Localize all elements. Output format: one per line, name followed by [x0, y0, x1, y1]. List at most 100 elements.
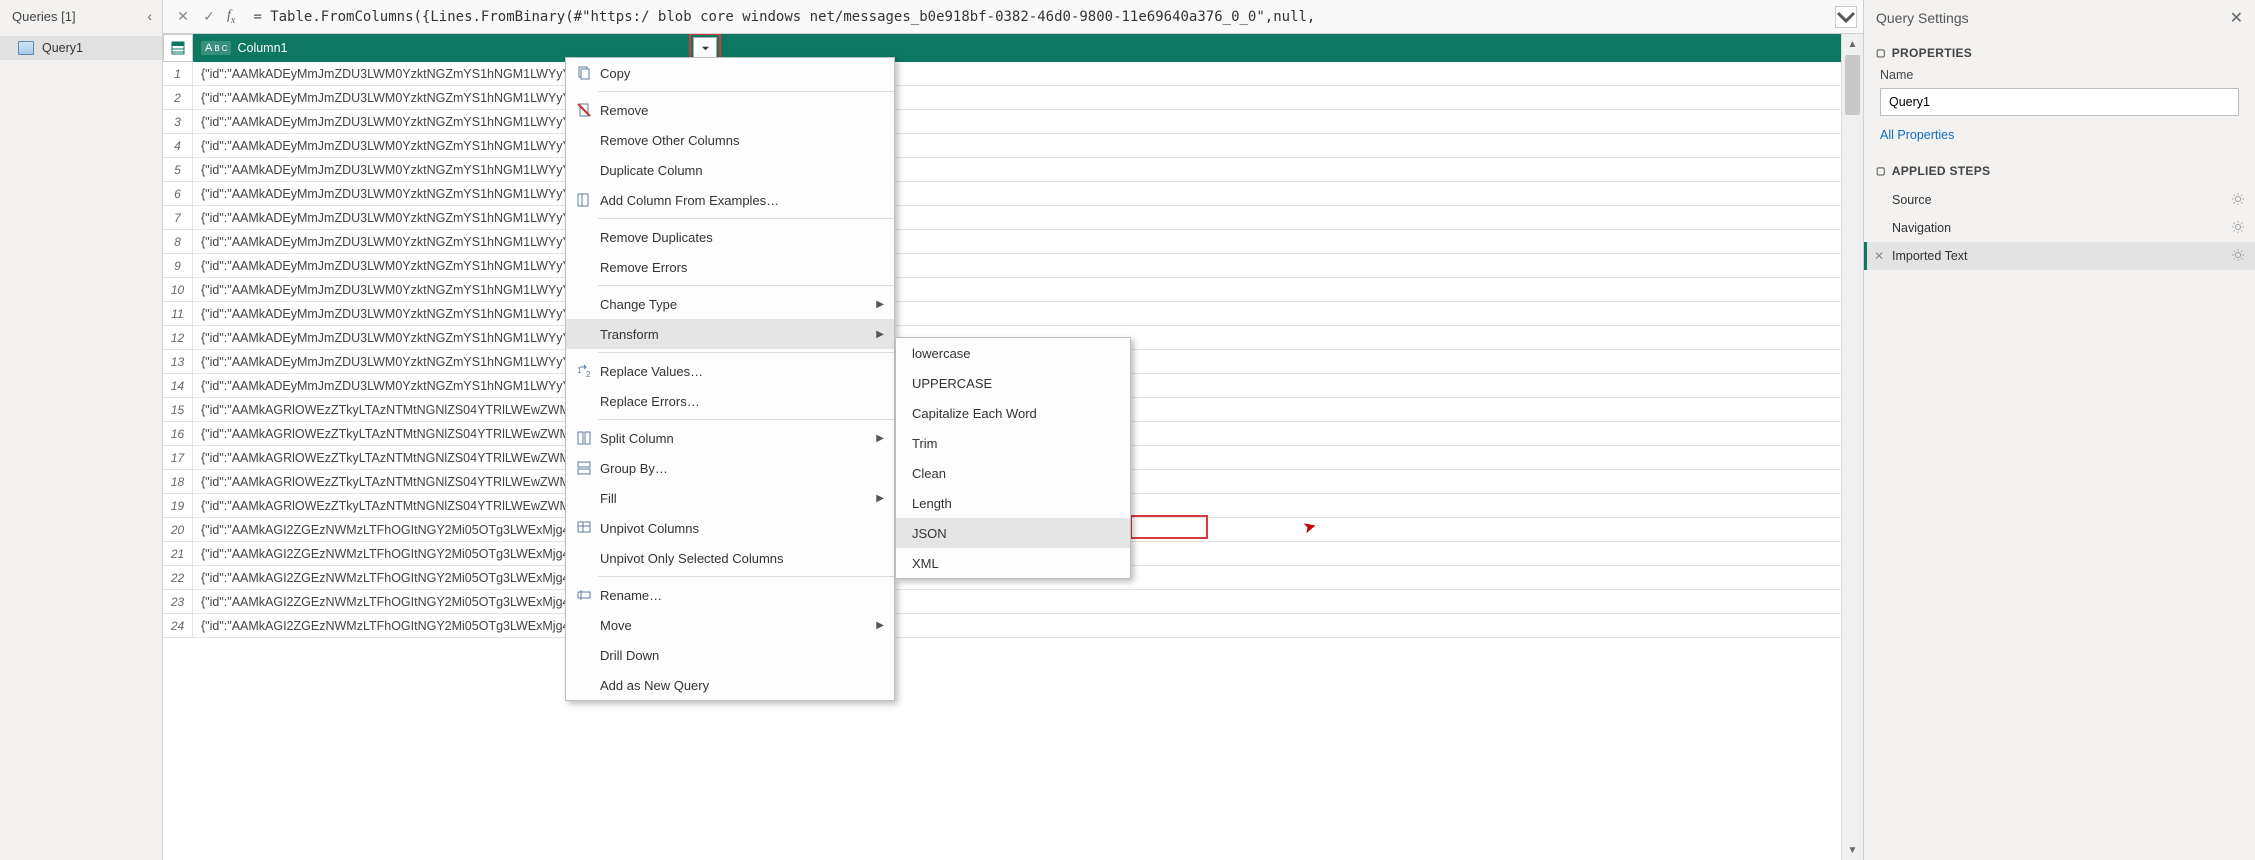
submenu-capitalize[interactable]: Capitalize Each Word — [896, 398, 1130, 428]
applied-steps-header[interactable]: ▢ APPLIED STEPS — [1864, 154, 2255, 184]
table-corner-button[interactable] — [163, 34, 193, 62]
table-row[interactable]: 9{"id":"AAMkADEyMmJmZDU3LWM0YzktNGZmYS1h… — [163, 254, 1841, 278]
menu-group-by[interactable]: Group By… — [566, 453, 894, 483]
queries-pane: Queries [1] ‹ Query1 — [0, 0, 163, 860]
menu-change-type[interactable]: Change Type▶ — [566, 289, 894, 319]
query-item[interactable]: Query1 — [0, 36, 162, 60]
row-number: 11 — [163, 302, 193, 325]
table-icon — [18, 41, 34, 55]
row-number: 24 — [163, 614, 193, 637]
column-header-label: Column1 — [237, 41, 287, 55]
table-row[interactable]: 23{"id":"AAMkAGI2ZGEzNWMzLTFhOGItNGY2Mi0… — [163, 590, 1841, 614]
row-number: 20 — [163, 518, 193, 541]
row-number: 21 — [163, 542, 193, 565]
center-pane: ✕ ✓ fx = Table.FromColumns({Lines.FromBi… — [163, 0, 1863, 860]
menu-drill[interactable]: Drill Down — [566, 640, 894, 670]
scroll-down-icon[interactable]: ▼ — [1842, 840, 1863, 860]
settings-close-icon[interactable]: ✕ — [2230, 8, 2243, 28]
formula-input[interactable]: = Table.FromColumns({Lines.FromBinary(#"… — [245, 6, 1829, 28]
menu-unpivot[interactable]: Unpivot Columns — [566, 513, 894, 543]
scroll-up-icon[interactable]: ▲ — [1842, 34, 1863, 54]
step-source[interactable]: Source — [1864, 186, 2255, 214]
table-row[interactable]: 5{"id":"AAMkADEyMmJmZDU3LWM0YzktNGZmYS1h… — [163, 158, 1841, 182]
menu-add-examples[interactable]: Add Column From Examples… — [566, 185, 894, 215]
table-row[interactable]: 8{"id":"AAMkADEyMmJmZDU3LWM0YzktNGZmYS1h… — [163, 230, 1841, 254]
row-number: 1 — [163, 62, 193, 85]
row-number: 4 — [163, 134, 193, 157]
gear-icon[interactable] — [2231, 192, 2245, 209]
menu-transform[interactable]: Transform▶ — [566, 319, 894, 349]
table-row[interactable]: 4{"id":"AAMkADEyMmJmZDU3LWM0YzktNGZmYS1h… — [163, 134, 1841, 158]
table-row[interactable]: 2{"id":"AAMkADEyMmJmZDU3LWM0YzktNGZmYS1h… — [163, 86, 1841, 110]
menu-replace-errors[interactable]: Replace Errors… — [566, 386, 894, 416]
table-row[interactable]: 11{"id":"AAMkADEyMmJmZDU3LWM0YzktNGZmYS1… — [163, 302, 1841, 326]
formula-bar: ✕ ✓ fx = Table.FromColumns({Lines.FromBi… — [163, 0, 1863, 34]
row-number: 16 — [163, 422, 193, 445]
menu-split-column[interactable]: Split Column▶ — [566, 423, 894, 453]
column-context-menu: Copy Remove Remove Other Columns Duplica… — [565, 57, 895, 701]
row-number: 3 — [163, 110, 193, 133]
query-name-input[interactable] — [1880, 88, 2239, 116]
row-number: 14 — [163, 374, 193, 397]
submenu-uppercase[interactable]: UPPERCASE — [896, 368, 1130, 398]
queries-collapse-icon[interactable]: ‹ — [147, 8, 152, 24]
formula-expand-icon[interactable] — [1835, 6, 1857, 28]
submenu-trim[interactable]: Trim — [896, 428, 1130, 458]
menu-remove-other[interactable]: Remove Other Columns — [566, 125, 894, 155]
row-number: 7 — [163, 206, 193, 229]
table-row[interactable]: 6{"id":"AAMkADEyMmJmZDU3LWM0YzktNGZmYS1h… — [163, 182, 1841, 206]
row-number: 17 — [163, 446, 193, 469]
row-number: 22 — [163, 566, 193, 589]
table-row[interactable]: 10{"id":"AAMkADEyMmJmZDU3LWM0YzktNGZmYS1… — [163, 278, 1841, 302]
caret-down-icon: ▢ — [1876, 166, 1886, 177]
accept-formula-icon[interactable]: ✓ — [199, 7, 219, 27]
menu-copy[interactable]: Copy — [566, 58, 894, 88]
row-number: 5 — [163, 158, 193, 181]
menu-replace-values[interactable]: 12Replace Values… — [566, 356, 894, 386]
row-number: 10 — [163, 278, 193, 301]
menu-fill[interactable]: Fill▶ — [566, 483, 894, 513]
submenu-length[interactable]: Length — [896, 488, 1130, 518]
row-number: 9 — [163, 254, 193, 277]
table-row[interactable]: 1{"id":"AAMkADEyMmJmZDU3LWM0YzktNGZmYS1h… — [163, 62, 1841, 86]
fx-icon[interactable]: fx — [227, 8, 235, 26]
menu-remove[interactable]: Remove — [566, 95, 894, 125]
menu-duplicate[interactable]: Duplicate Column — [566, 155, 894, 185]
column-type-icon: ABC — [201, 41, 231, 55]
submenu-lowercase[interactable]: lowercase — [896, 338, 1130, 368]
name-field-label: Name — [1864, 66, 2255, 84]
menu-rename[interactable]: Rename… — [566, 580, 894, 610]
column-dropdown-button[interactable] — [693, 37, 717, 59]
table-row[interactable]: 24{"id":"AAMkAGI2ZGEzNWMzLTFhOGItNGY2Mi0… — [163, 614, 1841, 638]
query-label: Query1 — [42, 41, 83, 55]
submenu-xml[interactable]: XML — [896, 548, 1130, 578]
row-number: 6 — [163, 182, 193, 205]
menu-remove-err[interactable]: Remove Errors — [566, 252, 894, 282]
step-imported-text[interactable]: ✕ Imported Text — [1864, 242, 2255, 270]
cancel-formula-icon[interactable]: ✕ — [173, 7, 193, 27]
properties-section-header[interactable]: ▢ PROPERTIES — [1864, 36, 2255, 66]
all-properties-link[interactable]: All Properties — [1864, 124, 2255, 154]
row-number: 2 — [163, 86, 193, 109]
scroll-thumb[interactable] — [1845, 55, 1860, 115]
menu-move[interactable]: Move▶ — [566, 610, 894, 640]
gear-icon[interactable] — [2231, 248, 2245, 265]
step-navigation[interactable]: Navigation — [1864, 214, 2255, 242]
settings-title: Query Settings — [1876, 10, 1969, 26]
delete-step-icon[interactable]: ✕ — [1874, 249, 1884, 263]
row-number: 13 — [163, 350, 193, 373]
caret-down-icon: ▢ — [1876, 48, 1886, 59]
table-row[interactable]: 3{"id":"AAMkADEyMmJmZDU3LWM0YzktNGZmYS1h… — [163, 110, 1841, 134]
submenu-clean[interactable]: Clean — [896, 458, 1130, 488]
menu-remove-dup[interactable]: Remove Duplicates — [566, 222, 894, 252]
gear-icon[interactable] — [2231, 220, 2245, 237]
row-number: 8 — [163, 230, 193, 253]
menu-add-query[interactable]: Add as New Query — [566, 670, 894, 700]
table-row[interactable]: 7{"id":"AAMkADEyMmJmZDU3LWM0YzktNGZmYS1h… — [163, 206, 1841, 230]
vertical-scrollbar[interactable]: ▲ ▼ — [1841, 34, 1863, 860]
transform-submenu: lowercase UPPERCASE Capitalize Each Word… — [895, 337, 1131, 579]
queries-title: Queries [1] — [12, 9, 76, 24]
menu-unpivot-sel[interactable]: Unpivot Only Selected Columns — [566, 543, 894, 573]
row-number: 12 — [163, 326, 193, 349]
submenu-json[interactable]: JSON — [896, 518, 1130, 548]
